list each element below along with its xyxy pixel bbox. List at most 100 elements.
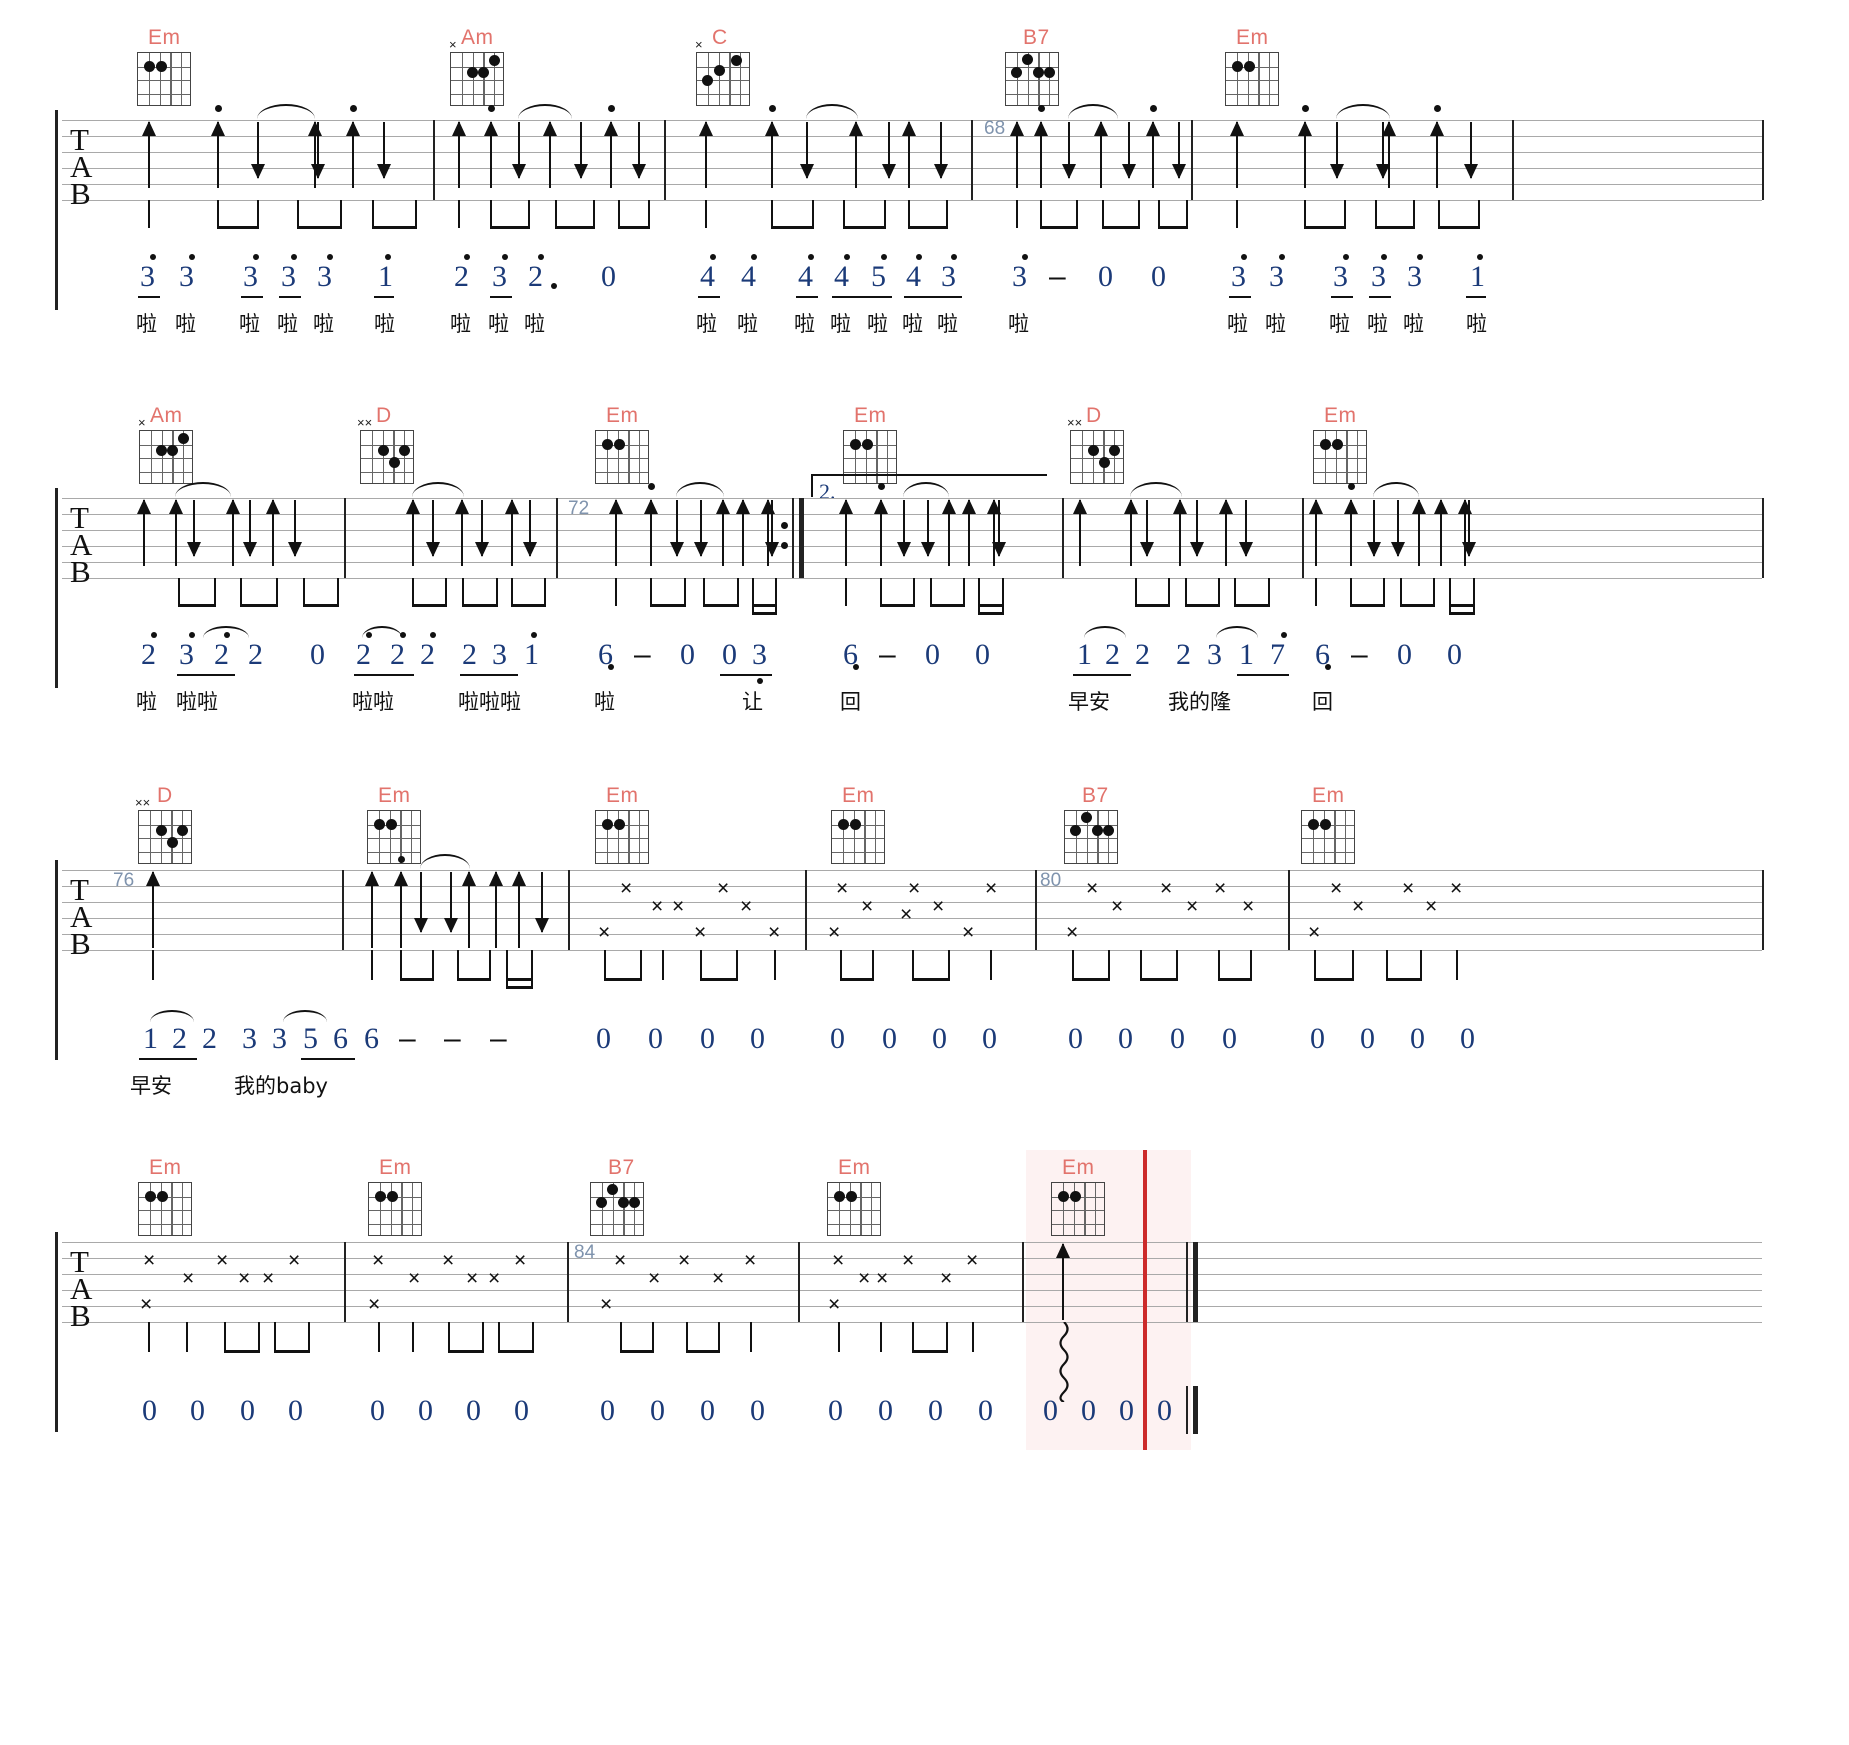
strum-up [141, 121, 157, 188]
lyric: 啦 [794, 312, 815, 336]
system-4: Em Em B7 Em Em TAB 84 × × × × × × × × × … [0, 1130, 1849, 1510]
chord-diagram-d: ×× [135, 796, 192, 864]
lyric: 啦 [1466, 312, 1487, 336]
system-end-barline [1762, 120, 1765, 200]
repeat-dot [781, 542, 788, 549]
chord-diagram-d: ×× [357, 416, 414, 484]
strum-down [376, 122, 392, 179]
tab-clef: TAB [70, 1244, 92, 1333]
chord-diagram-c: × [695, 38, 750, 106]
strum-down [310, 122, 326, 179]
chord-name-em-4: Em [1312, 784, 1345, 807]
playback-cursor[interactable] [1143, 1150, 1147, 1450]
chord-name-em-2: Em [379, 1156, 412, 1179]
system-1: Em Am × C × B7 Em TAB 68 3 3 3 3 3 1 2 3… [0, 0, 1849, 370]
lyric: 啦 [1265, 312, 1286, 336]
staff-2 [62, 498, 1762, 580]
lyric: 啦 [488, 312, 509, 336]
chord-name-am: Am [461, 26, 494, 49]
accent-dot [215, 105, 222, 112]
strum-up [345, 121, 361, 188]
barline [971, 120, 974, 200]
lyric: 回 [840, 690, 861, 714]
lyric: 啦 [1008, 312, 1029, 336]
chord-diagram-am: × [138, 416, 193, 484]
barline [1191, 120, 1194, 200]
rhythm-stem [148, 200, 151, 228]
chord-diagram-am: × [449, 38, 504, 106]
barline [664, 120, 667, 200]
chord-diagram-em-3 [831, 810, 885, 864]
chord-diagram-em-2 [368, 1182, 422, 1236]
chord-diagram-d-2: ×× [1067, 416, 1124, 484]
lyric: 啦 [136, 690, 157, 714]
mute-notehead: × [651, 895, 664, 918]
lyric: 早安 [1068, 690, 1110, 714]
lyric: 啦 [937, 312, 958, 336]
system-2: Am × D ×× Em Em D ×× Em 2. T A B 72 2 3 … [0, 378, 1849, 748]
measure-number-80: 80 [1040, 870, 1062, 891]
repeat-dot [781, 522, 788, 529]
chord-name-em-3: Em [1324, 404, 1357, 427]
chord-diagram-em [138, 1182, 192, 1236]
mute-notehead: × [740, 895, 753, 918]
measure-number-76: 76 [113, 870, 135, 891]
tab-clef: TAB [70, 122, 92, 211]
chord-name-em-4: Em [1062, 1156, 1095, 1179]
lyric: 啦 [902, 312, 923, 336]
lyric: 啦 [830, 312, 851, 336]
chord-diagram-em-4 [1051, 1182, 1105, 1236]
lyric: 我的隆 [1168, 690, 1231, 714]
lyric: 啦 [374, 312, 395, 336]
chord-name-b7: B7 [608, 1156, 635, 1179]
lyric: 回 [1312, 690, 1333, 714]
chord-name-em-3: Em [838, 1156, 871, 1179]
tab-clef: TAB [70, 872, 92, 961]
mute-notehead: × [598, 921, 611, 944]
lyric: 早安 [130, 1074, 172, 1098]
lyric: 啦 [239, 312, 260, 336]
chord-name-d-2: D [1086, 404, 1102, 427]
chord-diagram-b7 [590, 1182, 644, 1236]
chord-diagram-em-2 [595, 810, 649, 864]
chord-diagram-b7 [1064, 810, 1118, 864]
lyric: 啦 [1329, 312, 1350, 336]
chord-name-em-2: Em [854, 404, 887, 427]
accent-dot [350, 105, 357, 112]
chord-name-em-3: Em [842, 784, 875, 807]
chord-diagram-b7 [1005, 52, 1059, 106]
muted-string-marker: × [695, 37, 703, 52]
vibrato-squiggle [1059, 1322, 1069, 1402]
lyric: 啦 [1403, 312, 1424, 336]
lyric: 啦 [594, 690, 615, 714]
muted-string-marker: × [449, 37, 457, 52]
mute-notehead: × [620, 877, 633, 900]
mute-notehead: × [717, 877, 730, 900]
chord-name-d: D [157, 784, 173, 807]
lyric: 啦啦 [352, 690, 394, 714]
lyric: 啦 [867, 312, 888, 336]
barline [1512, 120, 1515, 200]
chord-name-am: Am [150, 404, 183, 427]
chord-diagram-em-2 [1225, 52, 1279, 106]
chord-diagram-em [367, 810, 421, 864]
strum-up [210, 121, 226, 188]
tablature-sheet: Em Am × C × B7 Em TAB 68 3 3 3 3 3 1 2 3… [0, 0, 1849, 1745]
lyric: 啦 [313, 312, 334, 336]
chord-name-d: D [376, 404, 392, 427]
system-3: D ×× Em Em Em B7 Em TAB 76 80 × × × × × … [0, 758, 1849, 1138]
lyric: 啦 [136, 312, 157, 336]
measure-number-72: 72 [568, 498, 590, 519]
lyric: 啦啦 [176, 690, 218, 714]
chord-name-em: Em [149, 1156, 182, 1179]
chord-diagram-em-3 [1313, 430, 1367, 484]
lyric: 啦 [450, 312, 471, 336]
chord-name-b7: B7 [1082, 784, 1109, 807]
strum-up [1055, 1243, 1071, 1320]
chord-name-b7: B7 [1023, 26, 1050, 49]
chord-name-em: Em [378, 784, 411, 807]
lyric: 啦 [696, 312, 717, 336]
mute-notehead: × [768, 921, 781, 944]
lyric: 啦 [737, 312, 758, 336]
chord-name-em-2: Em [1236, 26, 1269, 49]
